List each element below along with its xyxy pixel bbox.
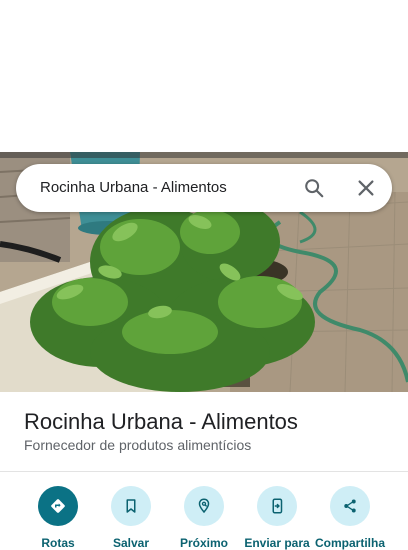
search-bar[interactable]: Rocinha Urbana - Alimentos <box>16 164 392 212</box>
nearby-icon <box>184 486 224 526</box>
directions-icon <box>38 486 78 526</box>
search-input[interactable]: Rocinha Urbana - Alimentos <box>40 179 227 196</box>
place-category: Fornecedor de produtos alimentícios <box>24 437 252 453</box>
bookmark-icon <box>111 486 151 526</box>
share-label: Compartilha <box>314 536 385 550</box>
share-button[interactable]: Compartilha <box>310 486 390 550</box>
close-icon[interactable] <box>355 177 377 199</box>
send-to-phone-icon <box>257 486 297 526</box>
divider <box>0 471 408 472</box>
place-title: Rocinha Urbana - Alimentos <box>24 409 298 434</box>
top-blank-area <box>0 0 408 152</box>
share-icon <box>330 486 370 526</box>
search-icon[interactable] <box>303 177 325 199</box>
